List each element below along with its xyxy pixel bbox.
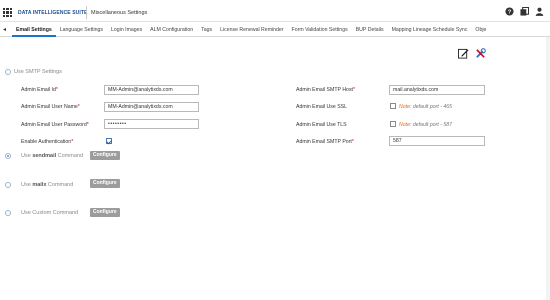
use-tls-label: Admin Email Use TLS xyxy=(296,122,347,128)
enable-auth-checkbox[interactable] xyxy=(106,138,112,144)
admin-user-name-label: Admin Email User Name* xyxy=(21,104,80,110)
tab-login-images[interactable]: Login Images xyxy=(107,23,146,37)
tab-alm-configuration[interactable]: ALM Configuration xyxy=(146,23,197,37)
tab-object[interactable]: Obje xyxy=(471,23,490,37)
admin-email-id-input[interactable]: MM-Admin@analytixds.com xyxy=(104,85,199,95)
smtp-host-label: Admin Email SMTP Host* xyxy=(296,87,356,93)
tools-icon[interactable] xyxy=(475,48,486,59)
settings-tabs: ◂ Email Settings Language Settings Login… xyxy=(0,23,550,37)
edit-icon[interactable] xyxy=(458,48,469,59)
copy-icon[interactable] xyxy=(520,7,529,16)
admin-email-id-label: Admin Email Id* xyxy=(21,87,58,93)
use-sendmail-radio[interactable] xyxy=(5,153,11,159)
use-ssl-checkbox[interactable] xyxy=(390,103,396,109)
page-title: Miscellaneous Settings xyxy=(91,10,148,16)
use-sendmail-label: Use sendmail Command xyxy=(21,153,84,159)
admin-user-name-input[interactable]: MM-Admin@analytixds.com xyxy=(104,102,199,112)
admin-password-input[interactable]: •••••••• xyxy=(104,119,199,129)
ssl-port-note: Note: default port - 465 xyxy=(399,104,453,110)
header-icons: ? xyxy=(505,7,544,16)
tab-license-renewal-reminder[interactable]: License Renewal Reminder xyxy=(216,23,287,37)
admin-password-label: Admin Email User Password* xyxy=(21,122,89,128)
tls-port-note: Note: default port - 587 xyxy=(399,122,453,128)
tab-bup-details[interactable]: BUP Details xyxy=(352,23,388,37)
use-custom-label: Use Custom Command xyxy=(21,210,79,216)
help-icon[interactable]: ? xyxy=(505,7,514,16)
smtp-host-input[interactable]: mail.analytixds.com xyxy=(389,85,485,95)
tab-tags[interactable]: Tags xyxy=(197,23,216,37)
tab-scroll-left-icon[interactable]: ◂ xyxy=(3,26,6,33)
sendmail-configure-button[interactable]: Configure xyxy=(90,151,120,160)
smtp-port-input[interactable]: 587 xyxy=(389,136,485,146)
mailx-configure-button[interactable]: Configure xyxy=(90,179,120,188)
top-header: DATA INTELLIGENCE SUITE Miscellaneous Se… xyxy=(0,0,550,22)
smtp-port-label: Admin Email SMTP Port* xyxy=(296,139,354,145)
suite-name[interactable]: DATA INTELLIGENCE SUITE xyxy=(18,10,87,16)
use-smtp-radio[interactable] xyxy=(5,69,11,75)
user-icon[interactable] xyxy=(535,7,544,16)
app-launcher-icon[interactable] xyxy=(3,8,12,17)
use-custom-radio[interactable] xyxy=(5,210,11,216)
email-toolbar xyxy=(458,48,486,59)
custom-configure-button[interactable]: Configure xyxy=(90,208,120,217)
use-tls-checkbox[interactable] xyxy=(390,121,396,127)
svg-text:?: ? xyxy=(508,10,512,16)
use-ssl-label: Admin Email Use SSL xyxy=(296,104,348,110)
tab-mapping-lineage-schedule-sync[interactable]: Mapping Lineage Schedule Sync xyxy=(388,23,472,37)
use-smtp-label: Use SMTP Settings xyxy=(14,69,62,75)
tab-form-validation-settings[interactable]: Form Validation Settings xyxy=(288,23,352,37)
use-mailx-label: Use mailx Command xyxy=(21,182,74,188)
tab-language-settings[interactable]: Language Settings xyxy=(56,23,107,37)
tab-email-settings[interactable]: Email Settings xyxy=(12,23,56,37)
enable-auth-label: Enable Authentication* xyxy=(21,139,74,145)
vertical-scrollbar[interactable] xyxy=(546,37,550,300)
tab-list: Email Settings Language Settings Login I… xyxy=(12,23,490,37)
use-mailx-radio[interactable] xyxy=(5,182,11,188)
header-divider xyxy=(86,6,87,19)
